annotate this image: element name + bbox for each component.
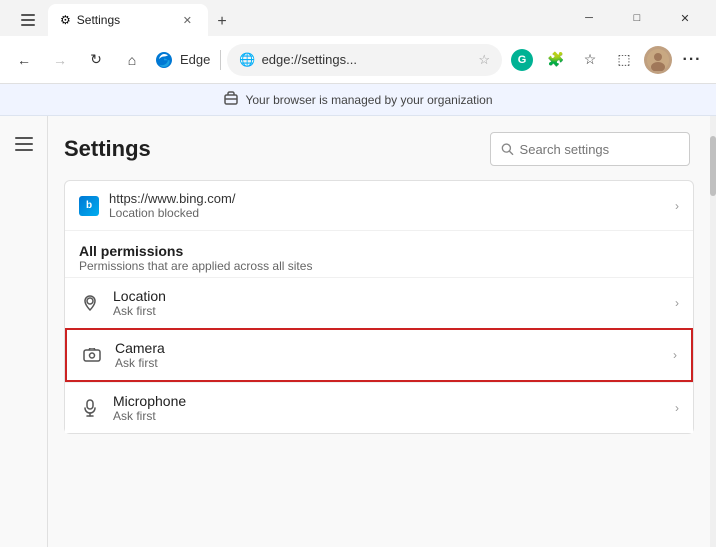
extensions-button[interactable]: 🧩: [540, 44, 572, 76]
managed-icon: [223, 90, 239, 109]
sidebar-toggle-btn[interactable]: [12, 4, 44, 36]
avatar-button[interactable]: [642, 44, 674, 76]
refresh-button[interactable]: ↻: [80, 44, 112, 76]
location-name: Location: [113, 288, 663, 304]
scrollbar-thumb[interactable]: [710, 136, 716, 196]
profile-button[interactable]: G: [506, 44, 538, 76]
bing-info: https://www.bing.com/ Location blocked: [109, 191, 665, 220]
sidebar-icon: [20, 12, 36, 28]
briefcase-icon: [223, 90, 239, 106]
search-input[interactable]: [520, 142, 679, 157]
menu-button[interactable]: ···: [676, 44, 708, 76]
nav-bar: ← → ↻ ⌂ Edge 🌐 edge://settings... ☆ G 🧩 …: [0, 36, 716, 84]
camera-permission-item[interactable]: Camera Ask first ›: [65, 328, 693, 382]
window-controls: ─ □ ✕: [566, 2, 708, 34]
search-icon: [501, 142, 514, 156]
close-button[interactable]: ✕: [662, 2, 708, 34]
tab-settings-icon: ⚙: [60, 13, 71, 27]
main-layout: Settings b https://www.bing.com/ Locatio…: [0, 116, 716, 547]
location-info: Location Ask first: [113, 288, 663, 318]
nav-divider: [220, 50, 221, 70]
microphone-chevron: ›: [675, 401, 679, 415]
menu-icon: ···: [683, 51, 702, 69]
location-chevron: ›: [675, 296, 679, 310]
bing-icon-label: b: [86, 200, 92, 211]
camera-info: Camera Ask first: [115, 340, 661, 370]
scrollbar-track[interactable]: [710, 116, 716, 547]
new-tab-button[interactable]: +: [208, 8, 236, 36]
sidebar-menu-button[interactable]: [8, 128, 40, 160]
extensions-icon: 🧩: [547, 51, 564, 68]
home-button[interactable]: ⌂: [116, 44, 148, 76]
microphone-permission-item[interactable]: Microphone Ask first ›: [65, 382, 693, 433]
favorite-icon[interactable]: ☆: [478, 52, 490, 68]
home-icon: ⌂: [128, 52, 136, 68]
bing-url: https://www.bing.com/: [109, 191, 665, 206]
info-bar: Your browser is managed by your organiza…: [0, 84, 716, 116]
bing-icon: b: [79, 196, 99, 216]
bing-chevron: ›: [675, 199, 679, 213]
nav-icons-right: G 🧩 ☆ ⬚ ···: [506, 44, 708, 76]
maximize-button[interactable]: □: [614, 2, 660, 34]
tabs-icon: ⬚: [617, 51, 630, 68]
tab-settings-title: Settings: [77, 13, 173, 27]
avatar-image: [647, 49, 669, 71]
camera-icon: [81, 344, 103, 366]
permissions-card: b https://www.bing.com/ Location blocked…: [64, 180, 694, 434]
page-title: Settings: [64, 136, 482, 162]
microphone-status: Ask first: [113, 409, 663, 423]
microphone-name: Microphone: [113, 393, 663, 409]
tab-close-button[interactable]: ✕: [179, 12, 196, 29]
content-area: Settings b https://www.bing.com/ Locatio…: [48, 116, 710, 547]
edge-logo-icon: [154, 50, 174, 70]
search-box[interactable]: [490, 132, 690, 166]
collections-button[interactable]: ☆: [574, 44, 606, 76]
location-pin-icon: [81, 294, 99, 312]
permissions-title: All permissions: [79, 243, 679, 259]
address-globe-icon: 🌐: [239, 52, 255, 68]
managed-text: Your browser is managed by your organiza…: [245, 93, 492, 107]
address-bar[interactable]: 🌐 edge://settings... ☆: [227, 44, 502, 76]
location-status: Ask first: [113, 304, 663, 318]
minimize-button[interactable]: ─: [566, 2, 612, 34]
permissions-section-header: All permissions Permissions that are app…: [65, 231, 693, 277]
camera-status: Ask first: [115, 356, 661, 370]
bing-entry[interactable]: b https://www.bing.com/ Location blocked…: [65, 181, 693, 231]
location-icon: [79, 292, 101, 314]
hamburger-icon: [15, 137, 33, 151]
camera-chevron: ›: [673, 348, 677, 362]
microphone-icon: [79, 397, 101, 419]
user-avatar: [644, 46, 672, 74]
collections-icon: ☆: [584, 51, 597, 68]
sidebar: [0, 116, 48, 547]
camera-svg-icon: [83, 348, 101, 362]
microphone-svg-icon: [83, 399, 97, 417]
address-text: edge://settings...: [262, 52, 473, 67]
settings-header: Settings: [48, 116, 710, 174]
microphone-info: Microphone Ask first: [113, 393, 663, 423]
forward-icon: →: [53, 52, 67, 68]
profile-icon: G: [511, 49, 533, 71]
back-button[interactable]: ←: [8, 44, 40, 76]
tabs-button[interactable]: ⬚: [608, 44, 640, 76]
title-bar: ⚙ Settings ✕ + ─ □ ✕: [0, 0, 716, 36]
camera-name: Camera: [115, 340, 661, 356]
refresh-icon: ↻: [90, 51, 102, 68]
edge-brand-label: Edge: [180, 52, 210, 67]
tab-area: ⚙ Settings ✕ +: [8, 0, 566, 36]
location-permission-item[interactable]: Location Ask first ›: [65, 277, 693, 328]
forward-button[interactable]: →: [44, 44, 76, 76]
back-icon: ←: [17, 52, 31, 68]
bing-status: Location blocked: [109, 206, 665, 220]
permissions-subtitle: Permissions that are applied across all …: [79, 259, 679, 273]
settings-tab[interactable]: ⚙ Settings ✕: [48, 4, 208, 36]
